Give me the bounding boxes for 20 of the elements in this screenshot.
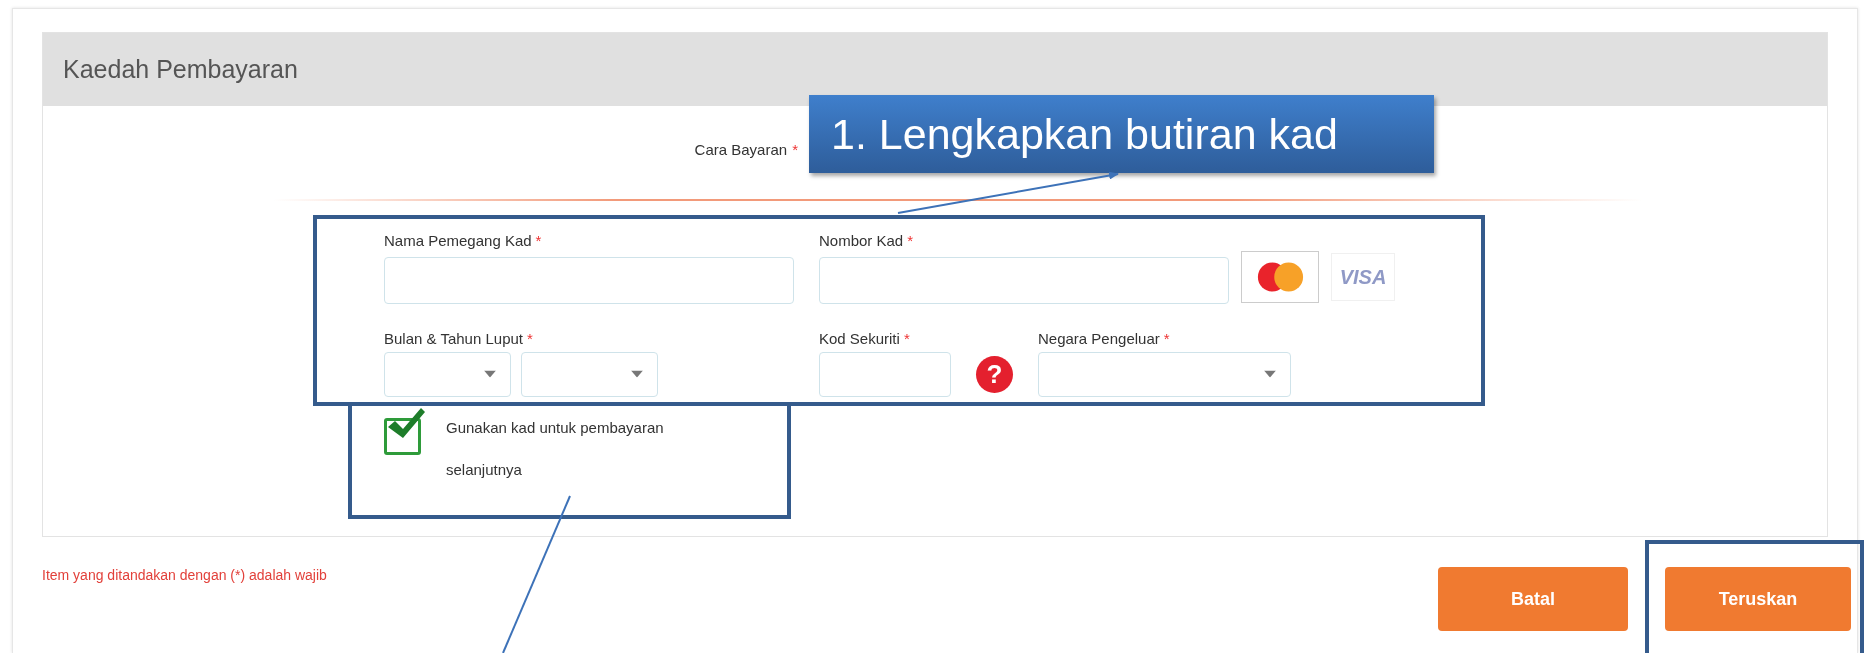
required-mark: * (535, 230, 542, 251)
panel-title: Kaedah Pembayaran (63, 53, 298, 85)
visa-logo: VISA (1331, 253, 1395, 301)
required-mark: * (527, 328, 533, 349)
required-mark: * (792, 140, 798, 160)
required-mark: * (1163, 328, 1170, 349)
required-mark: * (903, 328, 910, 349)
action-button[interactable]: Batal (1438, 567, 1628, 631)
field-label: Kod Sekuriti (819, 328, 900, 349)
callout: 1. Lengkapkan butiran kad (809, 95, 1434, 173)
checkbox-label: Gunakan kad untuk pembayaran selanjutnya (446, 418, 664, 478)
field-label: Nombor Kad (819, 230, 904, 251)
required-mark: * (907, 230, 914, 251)
field-label: Cara Bayaran (694, 140, 788, 160)
required-note: Item yang ditandakan dengan (*) adalah wajib (42, 567, 328, 583)
action-button[interactable]: Teruskan (1665, 567, 1851, 631)
field-label: Negara Pengeluar (1038, 328, 1160, 349)
field-label: Bulan & Tahun Luput (384, 328, 523, 349)
help-icon[interactable]: ? (976, 355, 1013, 393)
field-label: Nama Pemegang Kad (384, 230, 532, 251)
